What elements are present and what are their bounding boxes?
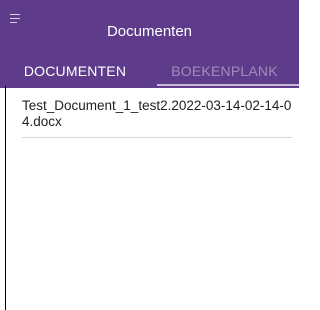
tab-bar: DOCUMENTEN BOEKENPLANK xyxy=(0,56,299,86)
tab-documenten[interactable]: DOCUMENTEN xyxy=(0,56,150,86)
document-list-item[interactable]: Test_Document_1_test2.2022-03-14-02-14-0… xyxy=(22,98,292,130)
page-title: Documenten xyxy=(106,23,193,40)
app-screen: Documenten DOCUMENTEN BOEKENPLANK Test_D… xyxy=(0,0,299,310)
list-divider xyxy=(22,137,292,138)
tab-indicator xyxy=(157,84,299,86)
app-bar: Documenten DOCUMENTEN BOEKENPLANK xyxy=(0,0,299,88)
content-left-border xyxy=(5,86,6,310)
tab-boekenplank[interactable]: BOEKENPLANK xyxy=(150,56,299,86)
